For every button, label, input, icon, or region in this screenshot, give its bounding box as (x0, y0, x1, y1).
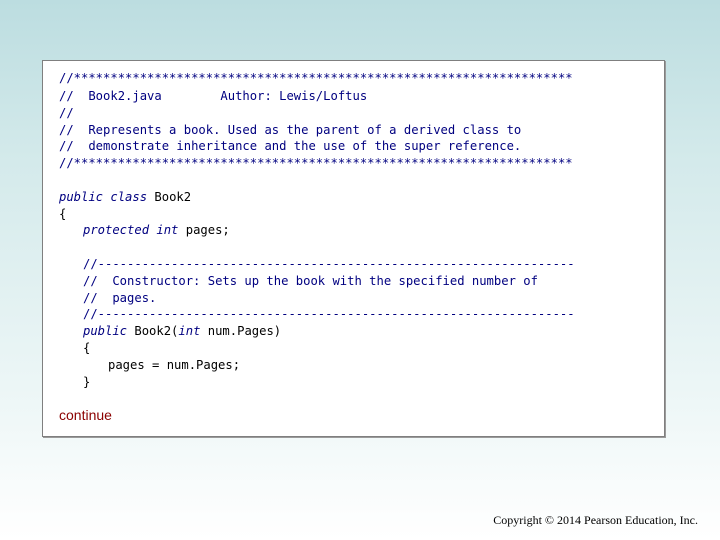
constructor-comment-divider-top: //--------------------------------------… (83, 257, 575, 271)
header-comment-border-bottom: //**************************************… (59, 156, 573, 170)
constructor-comment-line-1: // Constructor: Sets up the book with th… (83, 274, 538, 288)
constructor-body: pages = num.Pages; (108, 358, 241, 372)
constructor-public-keyword: public (83, 324, 128, 338)
constructor-comment-line-2: // pages. (83, 291, 157, 305)
class-name: Book2 (147, 190, 192, 204)
header-comment-blank: // (59, 106, 74, 120)
constructor-comment-divider-bottom: //--------------------------------------… (83, 307, 575, 321)
copyright-notice: Copyright © 2014 Pearson Education, Inc. (493, 513, 698, 527)
field-keywords: protected int (83, 223, 179, 237)
constructor-signature: public Book2(int num.Pages) (83, 323, 281, 340)
header-comment-desc-2: // demonstrate inheritance and the use o… (59, 139, 522, 153)
header-comment-desc-1: // Represents a book. Used as the parent… (59, 123, 522, 137)
constructor-int-keyword: int (178, 324, 201, 338)
header-comment-border-top: //**************************************… (59, 71, 573, 85)
constructor-name: Book2( (127, 324, 179, 338)
code-listing-box: //**************************************… (42, 60, 665, 437)
field-name: pages; (178, 223, 230, 237)
field-declaration: protected int pages; (83, 222, 230, 239)
continue-link[interactable]: continue (59, 407, 112, 423)
class-open-brace: { (59, 207, 67, 221)
constructor-open-brace: { (83, 341, 91, 355)
class-keywords: public class (59, 190, 148, 204)
constructor-close-brace: } (83, 375, 91, 389)
header-comment-filename: // Book2.java Author: Lewis/Loftus (59, 89, 368, 103)
constructor-param: num.Pages) (200, 324, 282, 338)
class-declaration: public class Book2 (59, 189, 191, 206)
